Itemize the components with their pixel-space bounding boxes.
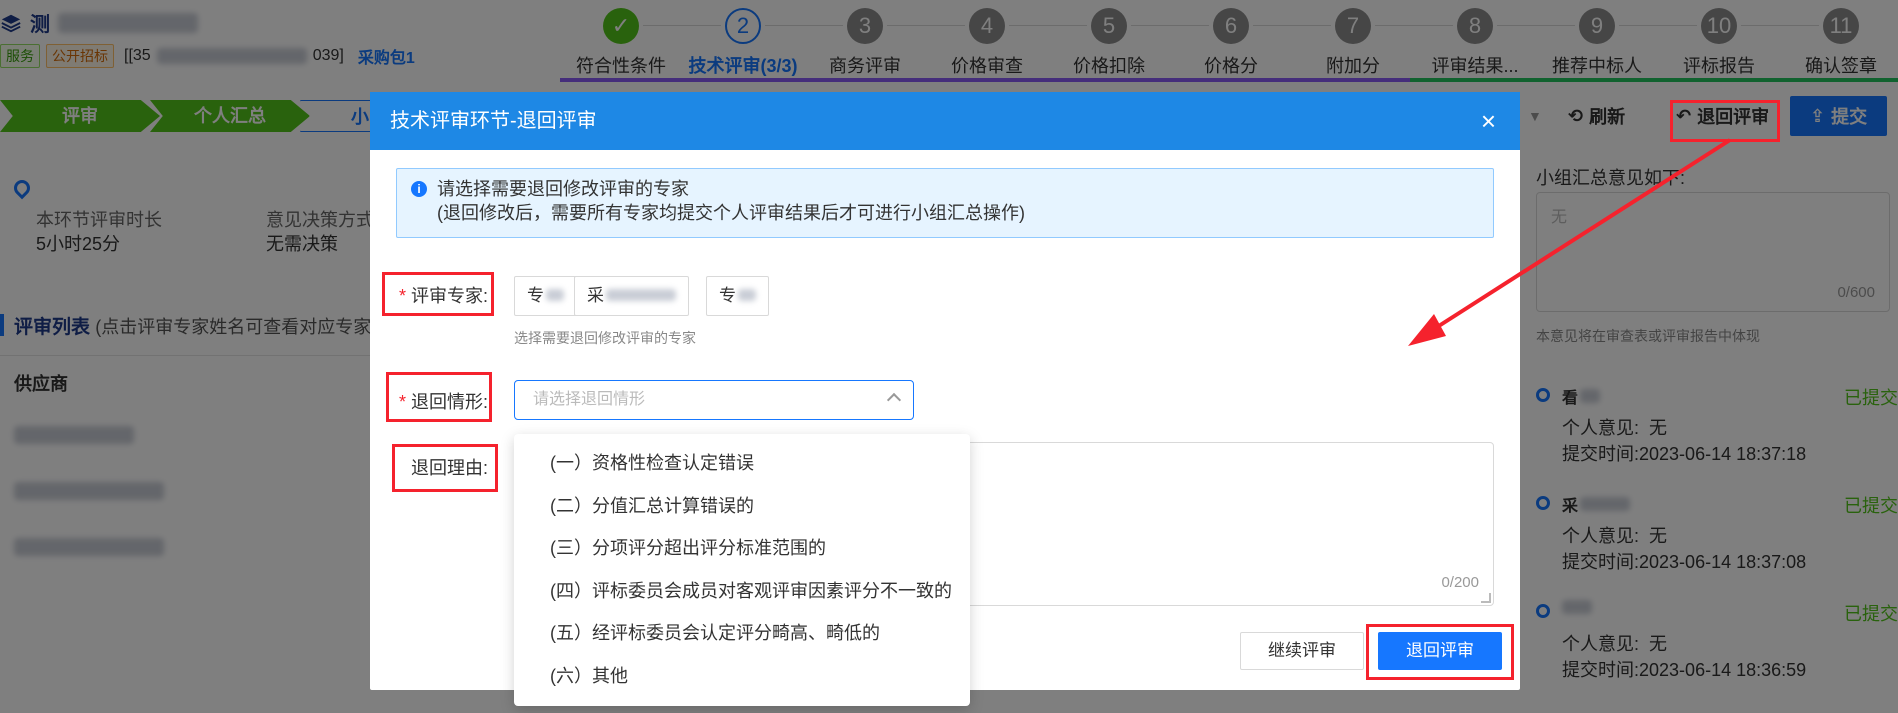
- annotation-highlight: [1670, 100, 1780, 142]
- dropdown-option[interactable]: (二）分值汇总计算错误的: [514, 485, 970, 527]
- alert-line-1: 请选择需要退回修改评审的专家: [437, 179, 689, 199]
- situation-dropdown: (一）资格性检查认定错误 (二）分值汇总计算错误的 (三）分项评分超出评分标准范…: [514, 434, 970, 706]
- situation-field-label: * 退回情形:: [398, 392, 488, 412]
- reason-field-label: 退回理由:: [410, 458, 488, 478]
- dropdown-option[interactable]: (四）评标委员会成员对客观评审因素评分不一致的: [514, 570, 970, 612]
- dropdown-option[interactable]: (六）其他: [514, 655, 970, 697]
- dropdown-option[interactable]: (三）分项评分超出评分标准范围的: [514, 527, 970, 569]
- dialog-title: 技术评审环节-退回评审: [390, 110, 597, 132]
- chevron-up-icon: [886, 392, 902, 408]
- expert-chip[interactable]: 采: [574, 276, 689, 316]
- situation-select[interactable]: 请选择退回情形: [514, 380, 914, 420]
- dialog-header: 技术评审环节-退回评审 ×: [370, 92, 1520, 150]
- info-icon: i: [411, 181, 427, 197]
- expert-chip[interactable]: 专: [514, 276, 577, 316]
- expert-field-label: * 评审专家:: [398, 286, 488, 306]
- confirm-return-button[interactable]: 退回评审: [1378, 632, 1502, 670]
- continue-review-button[interactable]: 继续评审: [1240, 632, 1364, 670]
- info-alert: i 请选择需要退回修改评审的专家 (退回修改后，需要所有专家均提交个人评审结果后…: [396, 168, 1494, 238]
- reason-count: 0/200: [1441, 574, 1479, 591]
- resize-handle-icon[interactable]: [1481, 593, 1491, 603]
- expert-help-text: 选择需要退回修改评审的专家: [514, 330, 696, 346]
- close-icon[interactable]: ×: [1481, 92, 1496, 150]
- dropdown-option[interactable]: (五）经评标委员会认定评分畸高、畸低的: [514, 612, 970, 654]
- expert-chip[interactable]: 专: [706, 276, 769, 316]
- alert-line-2: (退回修改后，需要所有专家均提交个人评审结果后才可进行小组汇总操作): [437, 203, 1025, 223]
- situation-placeholder: 请选择退回情形: [533, 391, 646, 408]
- dropdown-option[interactable]: (一）资格性检查认定错误: [514, 442, 970, 484]
